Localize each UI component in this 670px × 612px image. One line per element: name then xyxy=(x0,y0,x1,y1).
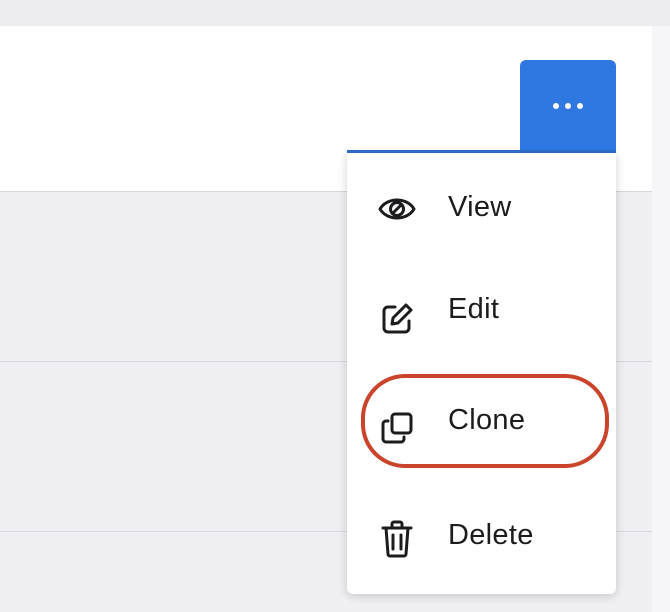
eye-icon xyxy=(377,189,417,229)
more-actions-button[interactable] xyxy=(520,60,616,152)
scroll-area-edge xyxy=(652,26,670,612)
menu-item-label: Edit xyxy=(448,293,500,325)
menu-item-view[interactable]: View xyxy=(347,169,616,249)
actions-dropdown-menu: View Edit Clone Delete xyxy=(347,153,616,594)
menu-item-edit[interactable]: Edit xyxy=(347,271,616,351)
more-horizontal-icon xyxy=(553,103,583,109)
trash-icon xyxy=(377,519,417,559)
edit-pencil-icon xyxy=(377,299,417,339)
menu-item-label: View xyxy=(448,191,512,223)
menu-item-label: Clone xyxy=(448,404,526,436)
menu-item-clone[interactable]: Clone xyxy=(347,381,616,461)
clone-copy-icon xyxy=(377,408,417,448)
top-strip xyxy=(0,0,670,26)
menu-item-delete[interactable]: Delete xyxy=(347,497,616,577)
menu-item-label: Delete xyxy=(448,519,534,551)
